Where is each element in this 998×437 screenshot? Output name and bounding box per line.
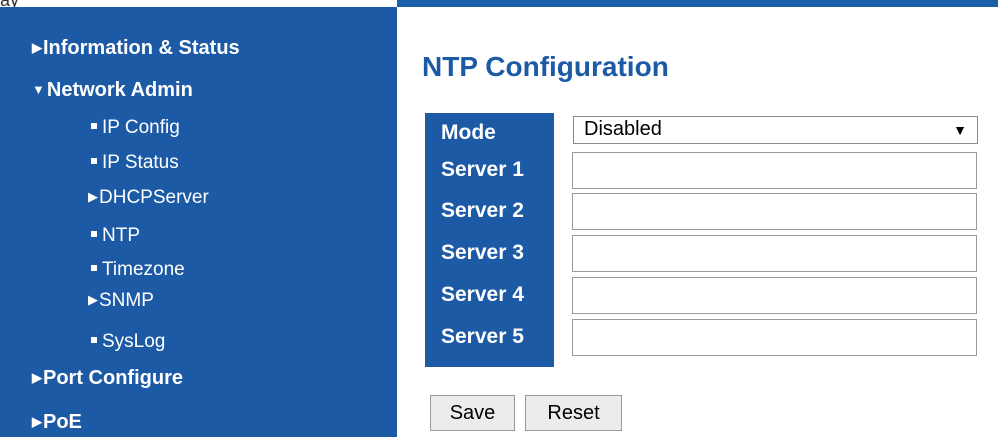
server-1-input[interactable] [572, 152, 977, 189]
sidebar-nav: ▶Information & Status ▼ Network Admin IP … [0, 7, 397, 437]
mode-select-value: Disabled [584, 118, 662, 140]
sidebar-item-dhcpserver[interactable]: ▶DHCPServer [88, 187, 209, 209]
sidebar-item-label: IP Config [102, 117, 180, 138]
sidebar-item-ip-config[interactable]: IP Config [91, 117, 180, 139]
dropdown-arrow-icon: ▼ [953, 122, 967, 138]
sidebar-item-port-configure[interactable]: ▶Port Configure [32, 367, 183, 390]
server-2-input[interactable] [572, 193, 977, 230]
page-title: NTP Configuration [422, 51, 669, 82]
topbar-accent-strip [397, 0, 998, 7]
sidebar-item-label: SNMP [99, 290, 154, 311]
server-1-label: Server 1 [441, 158, 524, 181]
reset-button[interactable]: Reset [525, 395, 622, 431]
table-gap [553, 113, 565, 367]
save-button[interactable]: Save [430, 395, 515, 431]
triangle-down-icon: ▼ [32, 82, 45, 97]
server-5-input[interactable] [572, 319, 977, 356]
sidebar-item-network-admin[interactable]: ▼ Network Admin [32, 79, 193, 102]
sidebar-item-label: Network Admin [46, 79, 193, 101]
label-column: Mode Server 1 Server 2 Server 3 Server 4… [425, 113, 553, 367]
sidebar-item-label: IP Status [102, 152, 179, 173]
triangle-right-icon: ▶ [32, 40, 42, 55]
sidebar-item-information-status[interactable]: ▶Information & Status [32, 37, 240, 60]
sidebar-item-ip-status[interactable]: IP Status [91, 152, 179, 174]
sidebar-item-label: Information & Status [43, 37, 240, 59]
server-3-label: Server 3 [441, 241, 524, 264]
sidebar-item-snmp[interactable]: ▶SNMP [88, 290, 154, 312]
square-bullet-icon [91, 158, 97, 164]
square-bullet-icon [91, 337, 97, 343]
triangle-right-icon: ▶ [32, 414, 42, 429]
table-divider [553, 113, 554, 367]
server-2-label: Server 2 [441, 199, 524, 222]
square-bullet-icon [91, 231, 97, 237]
sidebar-item-label: Port Configure [43, 367, 183, 389]
sidebar-item-poe[interactable]: ▶PoE [32, 411, 82, 434]
sidebar-item-label: PoE [43, 411, 82, 433]
triangle-right-icon: ▶ [32, 370, 42, 385]
mode-select[interactable]: Disabled ▼ [573, 116, 978, 144]
sidebar-item-timezone[interactable]: Timezone [91, 259, 185, 281]
sidebar-item-ntp[interactable]: NTP [91, 225, 140, 247]
main-content: NTP Configuration Mode Server 1 Server 2… [397, 7, 998, 437]
mode-label: Mode [441, 121, 496, 144]
square-bullet-icon [91, 123, 97, 129]
server-3-input[interactable] [572, 235, 977, 272]
triangle-right-icon: ▶ [88, 189, 98, 204]
sidebar-item-label: DHCPServer [99, 187, 209, 208]
sidebar-item-syslog[interactable]: SysLog [91, 331, 165, 353]
triangle-right-icon: ▶ [88, 292, 98, 307]
server-5-label: Server 5 [441, 325, 524, 348]
sidebar-item-label: NTP [102, 225, 140, 246]
server-4-input[interactable] [572, 277, 977, 314]
square-bullet-icon [91, 265, 97, 271]
sidebar-item-label: Timezone [102, 259, 185, 280]
sidebar-item-label: SysLog [102, 331, 166, 352]
server-4-label: Server 4 [441, 283, 524, 306]
